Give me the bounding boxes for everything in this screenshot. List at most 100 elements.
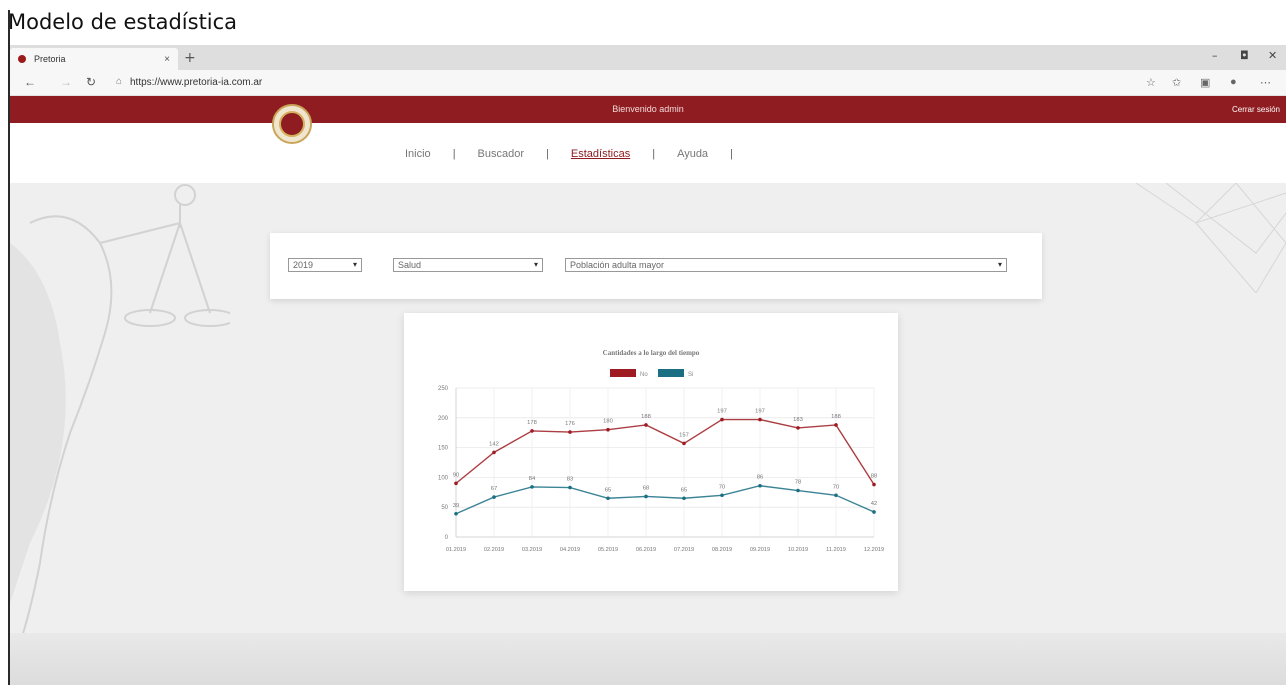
forward-icon[interactable]: → bbox=[60, 75, 72, 89]
data-label-si: 68 bbox=[643, 485, 649, 491]
data-point-si bbox=[720, 493, 724, 498]
legend-swatch-no bbox=[610, 369, 636, 377]
series-line-si bbox=[455, 485, 875, 515]
data-point-no bbox=[530, 429, 534, 433]
data-point-no bbox=[682, 441, 686, 446]
subcategory-select[interactable]: Población adulta mayor ▾ bbox=[565, 258, 1007, 272]
data-point-si bbox=[872, 510, 876, 514]
nav-separator: | bbox=[730, 148, 733, 160]
data-label-si: 39 bbox=[453, 503, 459, 509]
favicon-icon bbox=[18, 55, 26, 63]
x-tick-label: 01.2019 bbox=[446, 547, 466, 553]
data-point-no bbox=[644, 423, 648, 427]
data-point-si bbox=[758, 483, 762, 488]
data-point-si bbox=[644, 494, 648, 499]
x-tick-label: 05.2019 bbox=[598, 547, 618, 553]
video-caption: Modelo de estadística bbox=[8, 10, 238, 34]
nav-separator: | bbox=[546, 148, 549, 160]
address-bar: ← → ↻ ⌂ https://www.pretoria-ia.com.ar ☆… bbox=[10, 70, 1286, 96]
reload-icon[interactable]: ↻ bbox=[86, 75, 96, 89]
data-point-si bbox=[606, 496, 610, 501]
minimize-icon[interactable]: – bbox=[1212, 49, 1218, 62]
logout-link[interactable]: Cerrar sesión bbox=[1232, 105, 1280, 114]
favorite-star-icon[interactable]: ☆ bbox=[1146, 76, 1156, 89]
profile-avatar-icon[interactable]: ● bbox=[1230, 76, 1237, 88]
data-label-no: 183 bbox=[793, 417, 803, 423]
y-tick-label: 50 bbox=[441, 505, 448, 511]
legend-label-no: No bbox=[640, 372, 648, 378]
data-label-si: 42 bbox=[871, 501, 877, 507]
data-label-si: 65 bbox=[605, 487, 611, 493]
tab-strip: Pretoria × + – ◘ ✕ bbox=[10, 45, 1286, 70]
y-tick-label: 150 bbox=[438, 446, 449, 452]
network-decoration bbox=[1136, 183, 1286, 293]
data-label-no: 142 bbox=[489, 441, 499, 447]
browser-window: Pretoria × + – ◘ ✕ ← → ↻ ⌂ https://www.p… bbox=[10, 45, 1286, 685]
data-label-si: 78 bbox=[795, 480, 801, 486]
data-label-no: 197 bbox=[755, 409, 765, 415]
series-line-no bbox=[455, 418, 875, 485]
data-label-si: 84 bbox=[529, 476, 536, 482]
maximize-icon[interactable]: ◘ bbox=[1240, 49, 1249, 62]
category-select[interactable]: Salud ▾ bbox=[393, 258, 543, 272]
more-options-icon[interactable]: ⋯ bbox=[1260, 76, 1271, 89]
nav-separator: | bbox=[652, 148, 656, 160]
year-select[interactable]: 2019 ▾ bbox=[288, 258, 362, 272]
site-logo bbox=[272, 104, 312, 144]
tab-close-icon[interactable]: × bbox=[164, 54, 170, 65]
chart-title: Cantidades a lo largo del tiempo bbox=[603, 349, 700, 357]
x-tick-label: 11.2019 bbox=[826, 547, 846, 553]
line-chart: Cantidades a lo largo del tiempo No Si 0 50 1… bbox=[438, 349, 884, 553]
data-label-no: 90 bbox=[453, 472, 459, 478]
y-tick-label: 0 bbox=[445, 535, 449, 541]
welcome-text: Bienvenido admin bbox=[612, 104, 684, 114]
data-point-no bbox=[606, 427, 610, 432]
data-point-no bbox=[758, 417, 762, 422]
main-nav: Inicio | Buscador | Estadísticas | Ayuda… bbox=[10, 123, 1286, 183]
data-point-no bbox=[872, 482, 876, 487]
nav-item-inicio[interactable]: Inicio bbox=[405, 148, 431, 160]
lock-icon: ⌂ bbox=[116, 76, 123, 87]
legend-swatch-si bbox=[658, 369, 684, 377]
data-point-si bbox=[568, 485, 572, 490]
data-label-no: 176 bbox=[565, 421, 575, 427]
x-tick-label: 08.2019 bbox=[712, 547, 732, 553]
url-field[interactable]: https://www.pretoria-ia.com.ar bbox=[130, 77, 262, 88]
data-point-si bbox=[682, 496, 686, 501]
data-point-no bbox=[834, 423, 838, 427]
category-select-value: Salud bbox=[398, 260, 422, 270]
data-label-si: 70 bbox=[719, 484, 725, 490]
x-tick-label: 12.2019 bbox=[864, 547, 884, 553]
nav-item-estadisticas[interactable]: Estadísticas bbox=[571, 148, 630, 160]
data-label-no: 180 bbox=[603, 419, 613, 425]
data-label-no: 197 bbox=[717, 409, 727, 415]
x-tick-label: 07.2019 bbox=[674, 547, 694, 553]
nav-separator: | bbox=[452, 148, 456, 160]
site-header: Bienvenido admin Cerrar sesión bbox=[10, 96, 1286, 123]
lady-justice-decoration bbox=[10, 184, 230, 643]
nav-menu: Inicio | Buscador | Estadísticas | Ayuda… bbox=[405, 148, 755, 160]
browser-tab[interactable]: Pretoria × bbox=[10, 48, 178, 70]
filter-panel: 2019 ▾ Salud ▾ Población adulta mayor ▾ bbox=[270, 233, 1042, 299]
new-tab-button[interactable]: + bbox=[184, 50, 196, 66]
nav-item-ayuda[interactable]: Ayuda bbox=[677, 148, 708, 160]
x-tick-label: 02.2019 bbox=[484, 547, 504, 553]
page-footer bbox=[10, 633, 1286, 685]
data-point-no bbox=[568, 430, 572, 434]
back-icon[interactable]: ← bbox=[24, 75, 36, 89]
y-tick-label: 100 bbox=[438, 475, 449, 481]
data-label-no: 188 bbox=[641, 414, 651, 420]
subcategory-select-value: Población adulta mayor bbox=[570, 260, 665, 270]
data-label-no: 178 bbox=[527, 420, 537, 426]
window-close-icon[interactable]: ✕ bbox=[1268, 49, 1277, 62]
nav-item-buscador[interactable]: Buscador bbox=[478, 148, 524, 160]
data-point-no bbox=[796, 426, 800, 430]
data-label-no: 157 bbox=[679, 432, 689, 438]
collections-icon[interactable]: ▣ bbox=[1200, 76, 1210, 89]
data-label-si: 83 bbox=[567, 477, 573, 483]
data-point-si bbox=[492, 495, 496, 499]
chevron-down-icon: ▾ bbox=[352, 260, 357, 269]
chevron-down-icon: ▾ bbox=[997, 260, 1002, 269]
legend-label-si: Si bbox=[688, 372, 693, 378]
favorites-bar-icon[interactable]: ✩ bbox=[1172, 76, 1181, 89]
